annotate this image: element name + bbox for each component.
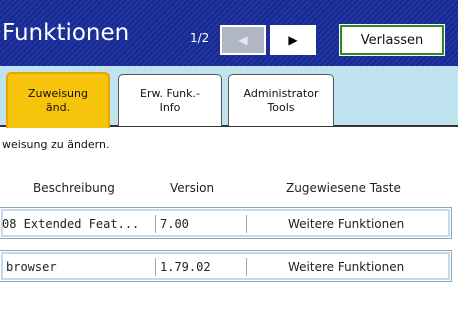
tab-label-line2: änd. xyxy=(45,101,71,114)
column-header-version: Version xyxy=(170,181,215,195)
arrow-left-icon: ◀ xyxy=(238,33,248,47)
row-version: 7.00 xyxy=(160,217,189,231)
tab-label-line2: Info xyxy=(159,100,181,114)
column-header-description: Beschreibung xyxy=(33,181,115,195)
column-divider xyxy=(246,258,247,276)
column-header-assigned-key: Zugewiesene Taste xyxy=(286,181,401,195)
tab-change-assignment[interactable]: Zuweisung änd. xyxy=(6,72,110,128)
instruction-text: weisung zu ändern. xyxy=(2,138,110,151)
row-version: 1.79.02 xyxy=(160,260,211,274)
column-divider xyxy=(246,215,247,233)
tab-administrator-tools[interactable]: Administrator Tools xyxy=(228,74,334,126)
arrow-right-icon: ▶ xyxy=(288,33,298,47)
header-bar: Funktionen 1/2 ◀ ▶ Verlassen xyxy=(0,0,458,66)
table-row[interactable]: 08 Extended Feat... 7.00 Weitere Funktio… xyxy=(0,207,452,239)
table-row[interactable]: browser 1.79.02 Weitere Funktionen xyxy=(0,250,452,282)
row-description: 08 Extended Feat... xyxy=(2,217,140,231)
page-title: Funktionen xyxy=(2,20,130,46)
exit-button[interactable]: Verlassen xyxy=(339,24,445,56)
tab-label-line2: Tools xyxy=(267,100,295,114)
column-divider xyxy=(155,215,156,233)
column-divider xyxy=(155,258,156,276)
tab-label-line1: Zuweisung xyxy=(28,87,88,100)
next-page-button[interactable]: ▶ xyxy=(270,25,316,55)
previous-page-button[interactable]: ◀ xyxy=(220,25,266,55)
row-assigned-key: Weitere Funktionen xyxy=(288,260,405,274)
tab-label-line1: Administrator xyxy=(243,86,319,100)
page-indicator: 1/2 xyxy=(190,31,210,45)
row-assigned-key: Weitere Funktionen xyxy=(288,217,405,231)
row-description: browser xyxy=(6,260,57,274)
tab-label-line1: Erw. Funk.- xyxy=(140,86,200,100)
tab-extended-feature-info[interactable]: Erw. Funk.- Info xyxy=(118,74,222,126)
